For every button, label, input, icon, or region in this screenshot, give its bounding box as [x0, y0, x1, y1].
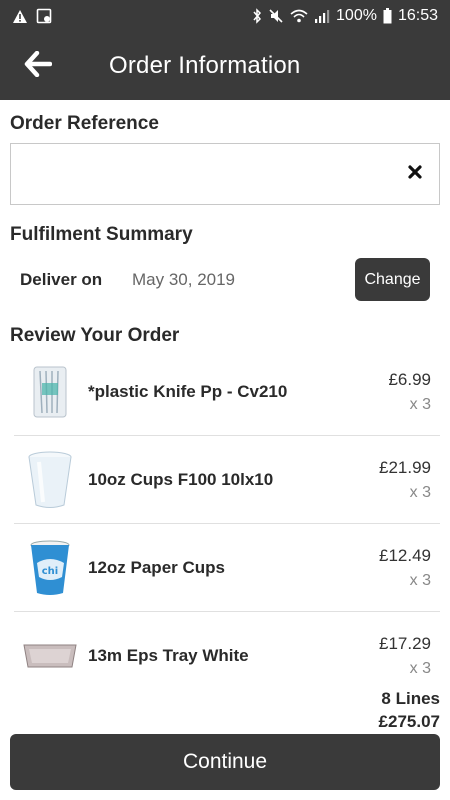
battery-percent: 100%: [336, 7, 377, 24]
list-item[interactable]: 13m Eps Tray White £17.29 x 3: [14, 612, 440, 700]
bluetooth-icon: [252, 8, 262, 24]
clear-button[interactable]: [395, 154, 435, 194]
image-icon: [36, 8, 52, 24]
item-price: £21.99: [379, 458, 431, 477]
foam-cup-image: [20, 450, 80, 510]
signal-icon: [314, 9, 330, 23]
item-price: £6.99: [388, 370, 431, 389]
item-quantity: x 3: [409, 396, 431, 413]
list-item[interactable]: chi 12oz Paper Cups £12.49 x 3: [14, 524, 440, 612]
warning-icon: [12, 9, 28, 24]
list-item[interactable]: *plastic Knife Pp - Cv210 £6.99 x 3: [14, 348, 440, 436]
app-bar: Order Information: [0, 32, 450, 100]
item-quantity: x 3: [409, 484, 431, 501]
item-quantity: x 3: [409, 660, 431, 677]
deliver-label: Deliver on: [20, 270, 103, 289]
plastic-knife-pack-image: [20, 362, 80, 422]
review-order-heading: Review Your Order: [10, 325, 180, 346]
item-price: £12.49: [379, 546, 431, 565]
change-date-button[interactable]: Change: [355, 258, 430, 301]
order-reference-input[interactable]: [11, 144, 395, 204]
continue-button[interactable]: Continue: [10, 734, 440, 790]
paper-cup-image: chi: [20, 538, 80, 598]
order-total: £275.07: [378, 712, 440, 731]
clock: 16:53: [397, 7, 438, 24]
deliver-row: Deliver on May 30, 2019 Change: [0, 258, 450, 302]
eps-tray-image: [20, 626, 80, 686]
close-icon: [408, 164, 422, 184]
fulfilment-summary-heading: Fulfilment Summary: [10, 224, 193, 245]
item-name: *plastic Knife Pp - Cv210: [88, 381, 288, 401]
battery-icon: [383, 8, 392, 24]
status-bar: 100% 16:53: [0, 0, 450, 32]
mute-icon: [268, 8, 284, 24]
order-reference-heading: Order Reference: [10, 113, 159, 134]
page-title: Order Information: [109, 52, 301, 79]
order-line-count: 8 Lines: [381, 689, 440, 708]
order-reference-field: [10, 143, 440, 205]
list-item[interactable]: 10oz Cups F100 10lx10 £21.99 x 3: [14, 436, 440, 524]
order-list: *plastic Knife Pp - Cv210 £6.99 x 3 10oz…: [14, 348, 440, 700]
back-button[interactable]: [0, 32, 76, 100]
item-price: £17.29: [379, 634, 431, 653]
svg-text:chi: chi: [42, 566, 58, 577]
deliver-date: May 30, 2019: [132, 270, 236, 289]
wifi-icon: [290, 9, 308, 23]
item-quantity: x 3: [409, 572, 431, 589]
arrow-left-icon: [24, 50, 53, 82]
